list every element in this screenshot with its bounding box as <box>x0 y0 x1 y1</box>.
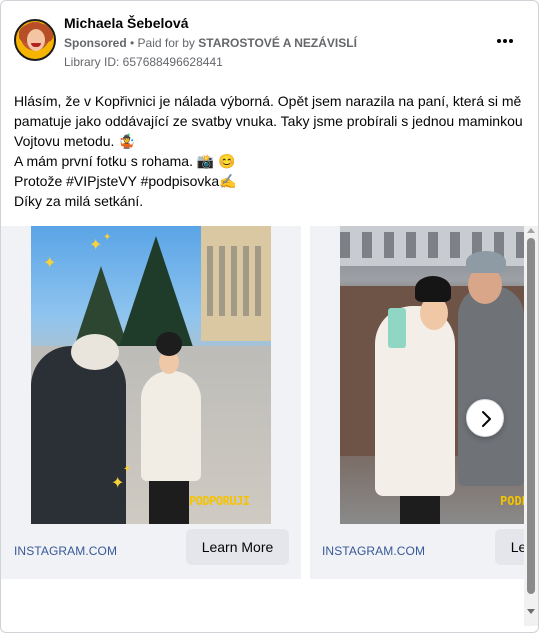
photo-logo-text: PODPO <box>500 494 524 508</box>
scroll-down-icon[interactable] <box>527 609 535 614</box>
scroll-up-icon[interactable] <box>527 228 535 233</box>
avatar[interactable] <box>14 19 56 61</box>
card-source-link[interactable]: INSTAGRAM.COM <box>14 544 117 558</box>
avatar-face <box>27 29 45 51</box>
carousel-photo[interactable]: PODPO <box>340 226 524 524</box>
carousel-next-button[interactable] <box>466 399 504 437</box>
chevron-right-icon <box>482 411 491 427</box>
photo-person <box>458 286 524 486</box>
scrollbar[interactable] <box>524 226 538 626</box>
carousel-card[interactable]: ✦ ✦ ✦ ✦ ✦ PODPORUJI INSTAGRAM.COM Learn … <box>1 226 301 579</box>
sparkle-icon: ✦ <box>111 475 125 492</box>
sparkle-icon: ✦ <box>43 255 57 272</box>
card-source-link[interactable]: INSTAGRAM.COM <box>322 544 425 558</box>
photo-tree <box>116 236 196 356</box>
meta-separator: • <box>126 36 138 50</box>
photo-legs <box>400 496 440 524</box>
photo-building <box>201 226 271 341</box>
payer-name: STAROSTOVÉ A NEZÁVISLÍ <box>198 36 357 50</box>
post-line: Hlásím, že v Kopřivnici je nálada výborn… <box>14 93 522 109</box>
photo-logo-text: PODPORUJI <box>189 494 250 508</box>
learn-more-button[interactable]: Learn More <box>495 529 524 565</box>
sparkle-icon: ✦ <box>123 464 132 475</box>
photo-hat <box>156 332 182 356</box>
photo-person <box>141 371 201 481</box>
paid-for-label: Paid for by <box>137 36 199 50</box>
photo-hat <box>71 334 119 370</box>
post-text: Hlásím, že v Kopřivnici je nálada výborn… <box>14 91 529 211</box>
sparkle-icon: ✦ <box>89 237 103 254</box>
photo-person <box>31 346 126 524</box>
photo-phone <box>388 308 406 348</box>
post-line: A mám první fotku s rohama. 📸 😊 <box>14 153 236 169</box>
photo-hat <box>466 251 506 273</box>
scroll-thumb[interactable] <box>527 238 535 594</box>
photo-legs <box>149 481 189 524</box>
post-line: Díky za milá setkání. <box>14 193 144 209</box>
post-line: pamatuje jako oddávající ze svatby vnuka… <box>14 113 523 129</box>
post-line: Vojtovu metodu. 🤹 <box>14 133 136 149</box>
post-line: Protože #VIPjsteVY #podpisovka✍️ <box>14 173 237 189</box>
carousel-photo[interactable]: ✦ ✦ ✦ ✦ ✦ PODPORUJI <box>31 226 271 524</box>
sponsored-label: Sponsored <box>64 36 127 50</box>
learn-more-button[interactable]: Learn More <box>186 529 289 565</box>
media-carousel: ✦ ✦ ✦ ✦ ✦ PODPORUJI INSTAGRAM.COM Learn … <box>1 226 524 581</box>
more-horizontal-icon <box>497 39 513 43</box>
photo-hat <box>415 276 451 302</box>
sparkle-icon: ✦ <box>103 232 112 243</box>
ad-meta: Sponsored • Paid for by STAROSTOVÉ A NEZ… <box>64 36 357 50</box>
more-options-icon[interactable] <box>494 31 516 51</box>
library-id: Library ID: 657688496628441 <box>64 55 223 69</box>
author-name[interactable]: Michaela Šebelová <box>64 15 189 31</box>
photo-person <box>375 306 455 496</box>
ad-card: Michaela Šebelová Sponsored • Paid for b… <box>0 0 539 633</box>
